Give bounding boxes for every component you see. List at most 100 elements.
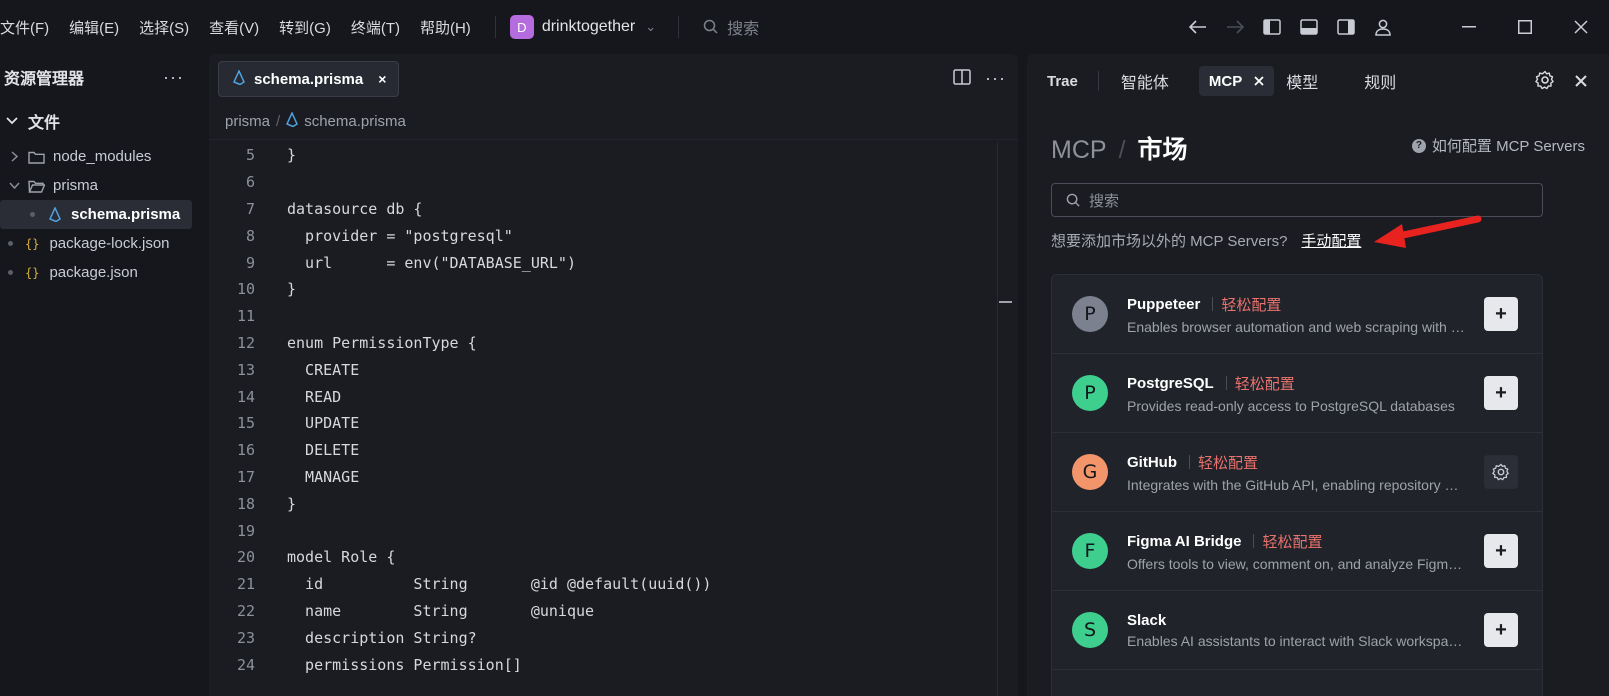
- manual-config-link[interactable]: 手动配置: [1301, 230, 1361, 251]
- server-description: Integrates with the GitHub API, enabling…: [1127, 476, 1467, 493]
- menu-bar: 文件(F) 编辑(E) 选择(S) 查看(V) 转到(G) 终端(T) 帮助(H…: [0, 0, 481, 54]
- card-body: Figma AI Bridge 轻松配置 Offers tools to view,…: [1127, 531, 1467, 572]
- line-number: 24: [236, 655, 255, 674]
- add-server-button[interactable]: +: [1484, 297, 1518, 331]
- line-number: 12: [236, 333, 255, 352]
- server-name: GitHub: [1127, 453, 1177, 471]
- mcp-server-card[interactable]: P Puppeteer 轻松配置 Enables browser automation…: [1052, 275, 1542, 354]
- tab-agents[interactable]: 智能体: [1121, 66, 1169, 96]
- easy-config-badge: 轻松配置: [1234, 375, 1295, 393]
- menu-goto[interactable]: 转到(G): [269, 0, 341, 54]
- menu-terminal[interactable]: 终端(T): [341, 0, 410, 54]
- tab-rules[interactable]: 规则: [1364, 66, 1396, 96]
- json-icon: {}: [25, 265, 40, 280]
- chevron-right-icon: [8, 151, 20, 162]
- code-line: 11: [209, 303, 999, 330]
- more-actions-icon[interactable]: ···: [985, 68, 1006, 89]
- menu-view[interactable]: 查看(V): [199, 0, 269, 54]
- mcp-server-card[interactable]: G GitHub 轻松配置 Integrates with the GitHub AP…: [1052, 433, 1542, 512]
- card-title-row: Puppeteer 轻松配置: [1127, 294, 1467, 315]
- card-body: Slack Enables AI assistants to interact w…: [1127, 612, 1467, 649]
- gear-icon[interactable]: [1535, 70, 1555, 93]
- line-text: url = env("DATABASE_URL"): [287, 253, 576, 272]
- title-mcp[interactable]: MCP: [1051, 136, 1107, 165]
- toggle-right-panel-icon[interactable]: [1327, 0, 1364, 54]
- line-number: 15: [236, 414, 255, 433]
- scrollbar-track[interactable]: [997, 142, 998, 696]
- server-name: Slack: [1127, 611, 1167, 629]
- more-icon[interactable]: ···: [163, 67, 184, 88]
- configure-server-button[interactable]: [1484, 455, 1518, 489]
- tree-item-schema-prisma[interactable]: schema.prisma: [0, 200, 192, 229]
- easy-config-badge: 轻松配置: [1198, 454, 1259, 472]
- line-text: READ: [287, 387, 342, 406]
- mcp-server-card[interactable]: F Figma AI Bridge 轻松配置 Offers tools to view…: [1052, 512, 1542, 591]
- title-market: 市场: [1137, 136, 1188, 164]
- code-line: 8 provider = "postgresql": [209, 222, 999, 249]
- search-icon: [703, 19, 718, 34]
- close-tab-icon[interactable]: [1254, 73, 1264, 90]
- tree-item-package-lock-json[interactable]: {} package-lock.json: [0, 229, 202, 258]
- card-title-row: PostgreSQL 轻松配置: [1127, 373, 1467, 394]
- tab-mcp[interactable]: MCP: [1198, 66, 1275, 96]
- maximize-icon[interactable]: [1497, 0, 1553, 54]
- easy-config-badge: 轻松配置: [1262, 533, 1323, 551]
- tab-trae[interactable]: Trae: [1047, 66, 1078, 96]
- code-line: 12 enum PermissionType {: [209, 330, 999, 357]
- split-editor-icon[interactable]: [953, 69, 971, 88]
- line-number: 20: [236, 548, 255, 567]
- line-number: 11: [236, 307, 255, 326]
- line-text: permissions Permission[]: [287, 655, 522, 674]
- breadcrumb-file[interactable]: schema.prisma: [304, 113, 406, 130]
- line-text: name String @unique: [287, 601, 595, 620]
- files-section-header[interactable]: 文件: [0, 100, 202, 142]
- mcp-server-card[interactable]: P PostgreSQL 轻松配置 Provides read-only access…: [1052, 354, 1542, 433]
- code-line: 20 model Role {: [209, 544, 999, 571]
- menu-help[interactable]: 帮助(H): [410, 0, 481, 54]
- divider: [678, 16, 680, 38]
- card-title-row: Figma AI Bridge 轻松配置: [1127, 531, 1467, 552]
- line-number: 13: [236, 360, 255, 379]
- manual-config-prompt: 想要添加市场以外的 MCP Servers?: [1051, 233, 1288, 250]
- menu-file[interactable]: 文件(F): [0, 0, 59, 54]
- toggle-bottom-panel-icon[interactable]: [1290, 0, 1327, 54]
- tree-item-package-json[interactable]: {} package.json: [0, 258, 202, 287]
- divider: [1212, 297, 1214, 311]
- code-line: 10}: [209, 276, 999, 303]
- toggle-left-panel-icon[interactable]: [1253, 0, 1290, 54]
- account-icon[interactable]: [1364, 0, 1401, 54]
- question-icon: ?: [1411, 138, 1426, 153]
- add-server-button[interactable]: +: [1484, 613, 1518, 647]
- close-window-icon[interactable]: [1553, 0, 1609, 54]
- tree-item-label: node_modules: [53, 148, 152, 165]
- help-link[interactable]: ? 如何配置 MCP Servers: [1411, 135, 1585, 156]
- global-search[interactable]: 搜索: [703, 15, 759, 39]
- folder-icon: [28, 150, 45, 164]
- chevron-down-icon: [8, 182, 20, 189]
- divider: [494, 16, 496, 38]
- tab-models[interactable]: 模型: [1286, 66, 1318, 96]
- menu-edit[interactable]: 编辑(E): [59, 0, 129, 54]
- tree-item-prisma[interactable]: prisma: [0, 171, 202, 200]
- tree-item-node-modules[interactable]: node_modules: [0, 142, 202, 171]
- editor-tab-schema-prisma[interactable]: schema.prisma ×: [218, 61, 400, 97]
- title-bar: 文件(F) 编辑(E) 选择(S) 查看(V) 转到(G) 终端(T) 帮助(H…: [0, 0, 1609, 54]
- breadcrumb: prisma / schema.prisma: [209, 104, 1018, 140]
- panel-tab-bar: Trae 智能体 MCP 模型 规则: [1027, 54, 1609, 108]
- code-area[interactable]: 5} 6 7 datasource db {8 provider = "postgre…: [209, 142, 999, 678]
- server-avatar: F: [1072, 533, 1108, 569]
- explorer-sidebar: 资源管理器 ··· 文件 node_modules prisma schema.…: [0, 54, 202, 696]
- menu-selection[interactable]: 选择(S): [129, 0, 199, 54]
- add-server-button[interactable]: +: [1484, 534, 1518, 568]
- forward-arrow-icon[interactable]: [1216, 0, 1253, 54]
- line-text: model Role {: [287, 548, 396, 567]
- add-server-button[interactable]: +: [1484, 376, 1518, 410]
- back-arrow-icon[interactable]: [1179, 0, 1216, 54]
- editor-group: schema.prisma × ··· prisma / schema.pris…: [209, 54, 1018, 696]
- close-tab-icon[interactable]: ×: [378, 71, 386, 87]
- close-panel-icon[interactable]: [1575, 74, 1587, 90]
- mcp-server-card[interactable]: S Slack Enables AI assistants to interact …: [1052, 591, 1542, 670]
- breadcrumb-folder[interactable]: prisma: [225, 113, 270, 130]
- minimize-icon[interactable]: [1441, 0, 1497, 54]
- project-switcher[interactable]: D drinktogether ⌄: [509, 15, 656, 39]
